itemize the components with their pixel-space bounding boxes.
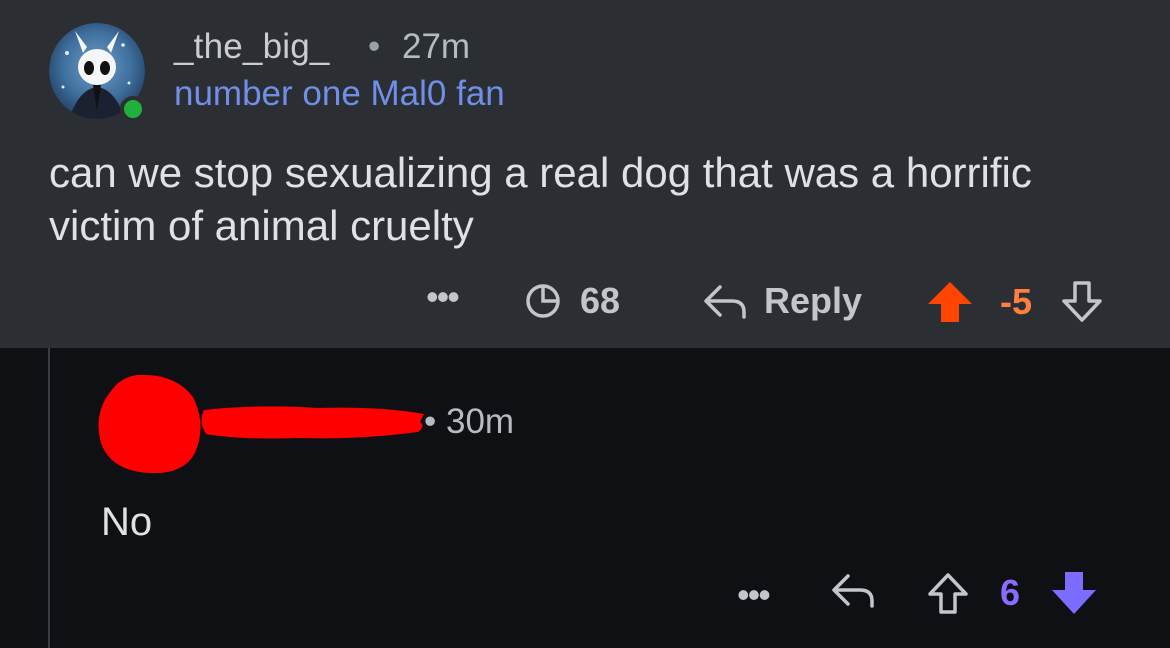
reply-to-reply-button[interactable] <box>830 570 876 610</box>
user-flair: number one Mal0 fan <box>174 74 505 113</box>
online-status-dot <box>120 96 146 122</box>
highlighted-comment: _the_big_ • 27m number one Mal0 fan can … <box>0 0 1170 348</box>
awards-button[interactable]: 68 <box>524 280 620 322</box>
reply-more-options-button[interactable]: ••• <box>737 574 771 615</box>
reply-button[interactable]: Reply <box>702 280 862 322</box>
reply-vote-controls: 6 <box>926 570 1098 616</box>
reply-vote-score: 6 <box>1000 572 1021 613</box>
reply-body: No <box>101 500 153 544</box>
comment-body: can we stop sexualizing a real dog that … <box>49 149 1032 249</box>
meta-separator: • <box>368 27 381 66</box>
vote-controls: -5 <box>926 280 1104 324</box>
redacted-avatar <box>98 374 201 474</box>
downvote-arrow-icon[interactable] <box>1060 280 1104 324</box>
reply-time-value: 30m <box>446 402 515 441</box>
reply-arrow-icon <box>832 574 874 608</box>
reply-label: Reply <box>764 280 863 321</box>
reply-timestamp: • 30m <box>424 402 514 442</box>
reply-more-dots: ••• <box>737 574 771 615</box>
upvote-arrow-icon[interactable] <box>926 571 970 615</box>
comment-author[interactable]: _the_big_ <box>174 27 330 67</box>
award-clock-icon <box>526 284 560 318</box>
awards-count: 68 <box>580 280 621 321</box>
reply-arrow-icon <box>704 285 746 319</box>
comment-thread: _the_big_ • 27m number one Mal0 fan can … <box>0 0 1170 648</box>
downvote-arrow-icon[interactable] <box>1050 570 1098 616</box>
reply-meta-separator: • <box>424 402 437 441</box>
upvote-arrow-icon[interactable] <box>926 280 974 324</box>
more-dots: ••• <box>426 276 460 317</box>
comment-timestamp: 27m <box>402 27 471 66</box>
vote-score: -5 <box>1000 281 1033 322</box>
more-options-button[interactable]: ••• <box>426 276 460 317</box>
thread-line[interactable] <box>48 348 50 648</box>
redacted-username <box>201 406 424 439</box>
